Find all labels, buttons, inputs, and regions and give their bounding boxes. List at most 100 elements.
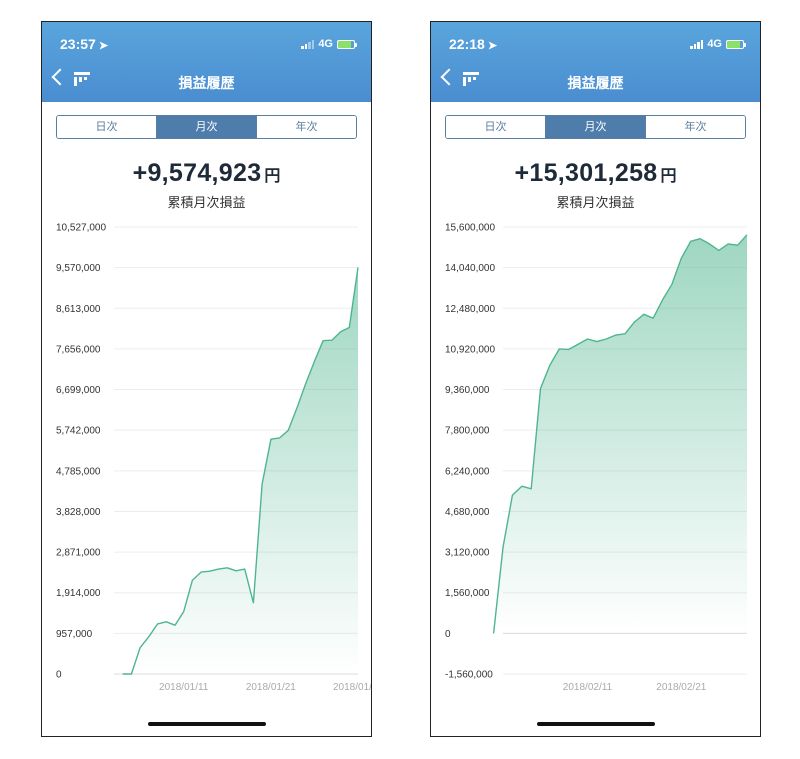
total-profit-label: 累積月次損益 — [556, 195, 635, 210]
y-tick-label: 9,570,000 — [56, 263, 101, 274]
period-segmented-control: 日次 月次 年次 — [56, 115, 357, 139]
data-point — [295, 406, 299, 410]
total-profit-amount: +9,574,923 — [132, 159, 262, 187]
y-tick-label: 0 — [56, 670, 62, 681]
data-point — [623, 332, 627, 336]
data-point — [182, 610, 186, 614]
data-point — [492, 631, 496, 635]
data-point — [173, 623, 177, 627]
location-arrow-icon: ➤ — [98, 40, 109, 52]
data-point — [726, 242, 730, 246]
network-type: 4G — [707, 38, 722, 50]
status-bar-time: 22:18 ➤ — [449, 36, 498, 52]
data-point — [698, 237, 702, 241]
data-point — [129, 672, 133, 676]
y-tick-label: 14,040,000 — [445, 263, 495, 274]
total-profit-label: 累積月次損益 — [167, 195, 246, 210]
data-point — [208, 569, 212, 573]
home-indicator[interactable] — [536, 722, 655, 726]
cumulative-profit-chart[interactable]: 15,600,000 14,040,000 12,480,000 10,920,000… — [431, 217, 761, 697]
battery-icon — [337, 39, 357, 49]
x-tick-label: 2018/01/31 — [333, 682, 372, 693]
data-point — [225, 566, 229, 570]
x-tick-label: 2018/02/11 — [563, 682, 613, 693]
home-indicator[interactable] — [147, 722, 266, 726]
status-bar-indicators: 4G — [301, 37, 357, 51]
y-tick-label: 5,742,000 — [56, 426, 101, 437]
period-segmented-control: 日次 月次 年次 — [445, 115, 746, 139]
tab-yearly[interactable]: 年次 — [646, 116, 745, 138]
data-point — [304, 382, 308, 386]
network-type: 4G — [318, 38, 333, 50]
y-tick-label: 9,360,000 — [445, 385, 490, 396]
data-point — [190, 578, 194, 582]
navigation-header: 22:18 ➤ 4G 損益履歴 — [431, 22, 760, 102]
data-point — [510, 493, 514, 497]
data-point — [243, 567, 247, 571]
data-point — [330, 338, 334, 342]
total-profit: +15,301,258 円 — [431, 159, 760, 188]
data-point — [199, 570, 203, 574]
tab-yearly[interactable]: 年次 — [257, 116, 356, 138]
y-tick-label: 8,613,000 — [56, 304, 101, 315]
data-point — [339, 330, 343, 334]
x-tick-label: 2018/01/21 — [246, 682, 296, 693]
data-point — [717, 248, 721, 252]
data-point — [138, 646, 142, 650]
signal-strength-icon — [301, 39, 315, 49]
data-point — [501, 545, 505, 549]
data-point — [539, 387, 543, 391]
y-tick-label: 957,000 — [56, 629, 93, 640]
navigation-header: 23:57 ➤ 4G 損益履歴 — [42, 22, 371, 102]
data-point — [286, 428, 290, 432]
data-point — [557, 347, 561, 351]
y-tick-label: 12,480,000 — [445, 304, 495, 315]
data-point — [356, 265, 360, 269]
phone-screen-february: 22:18 ➤ 4G 損益履歴 日次 月次 年次 +15,301,258 円 累積月… — [430, 21, 761, 737]
y-tick-label: -1,560,000 — [445, 670, 493, 681]
currency-unit: 円 — [264, 168, 281, 185]
cumulative-profit-chart[interactable]: 10,527,000 9,570,000 8,613,000 7,656,000 6,6… — [42, 217, 372, 697]
data-point — [529, 487, 533, 491]
data-point — [251, 601, 255, 605]
page-title: 損益履歴 — [178, 75, 235, 91]
y-tick-label: 3,828,000 — [56, 507, 101, 518]
data-point — [670, 282, 674, 286]
y-tick-label: 4,785,000 — [56, 466, 101, 477]
total-profit-amount: +15,301,258 — [514, 159, 658, 187]
y-tick-label: 1,560,000 — [445, 588, 490, 599]
data-point — [707, 242, 711, 246]
y-tick-label: 6,699,000 — [56, 385, 101, 396]
phone-screen-january: 23:57 ➤ 4G 損益履歴 日次 月次 年次 +9,574,923 円 累積月次… — [41, 21, 372, 737]
total-profit: +9,574,923 円 — [42, 159, 371, 188]
tab-monthly[interactable]: 月次 — [546, 116, 646, 138]
data-point — [642, 312, 646, 316]
tab-monthly[interactable]: 月次 — [157, 116, 257, 138]
y-tick-label: 4,680,000 — [445, 507, 490, 518]
signal-strength-icon — [690, 39, 704, 49]
y-tick-label: 15,600,000 — [445, 223, 495, 234]
series-area — [493, 234, 747, 634]
battery-icon — [726, 39, 746, 49]
y-tick-label: 1,914,000 — [56, 588, 101, 599]
x-tick-label: 2018/02/21 — [656, 682, 706, 693]
data-point — [632, 320, 636, 324]
y-tick-label: 6,240,000 — [445, 466, 490, 477]
data-point — [585, 337, 589, 341]
y-tick-label: 7,656,000 — [56, 344, 101, 355]
data-point — [576, 342, 580, 346]
tab-daily[interactable]: 日次 — [57, 116, 157, 138]
y-tick-label: 7,800,000 — [445, 426, 490, 437]
data-point — [260, 482, 264, 486]
tab-daily[interactable]: 日次 — [446, 116, 546, 138]
data-point — [347, 326, 351, 330]
data-point — [312, 359, 316, 363]
data-point — [595, 340, 599, 344]
data-point — [278, 436, 282, 440]
data-point — [548, 363, 552, 367]
currency-unit: 円 — [660, 168, 677, 185]
data-point — [234, 569, 238, 573]
data-point — [651, 316, 655, 320]
status-bar-indicators: 4G — [690, 37, 746, 51]
data-point — [217, 567, 221, 571]
